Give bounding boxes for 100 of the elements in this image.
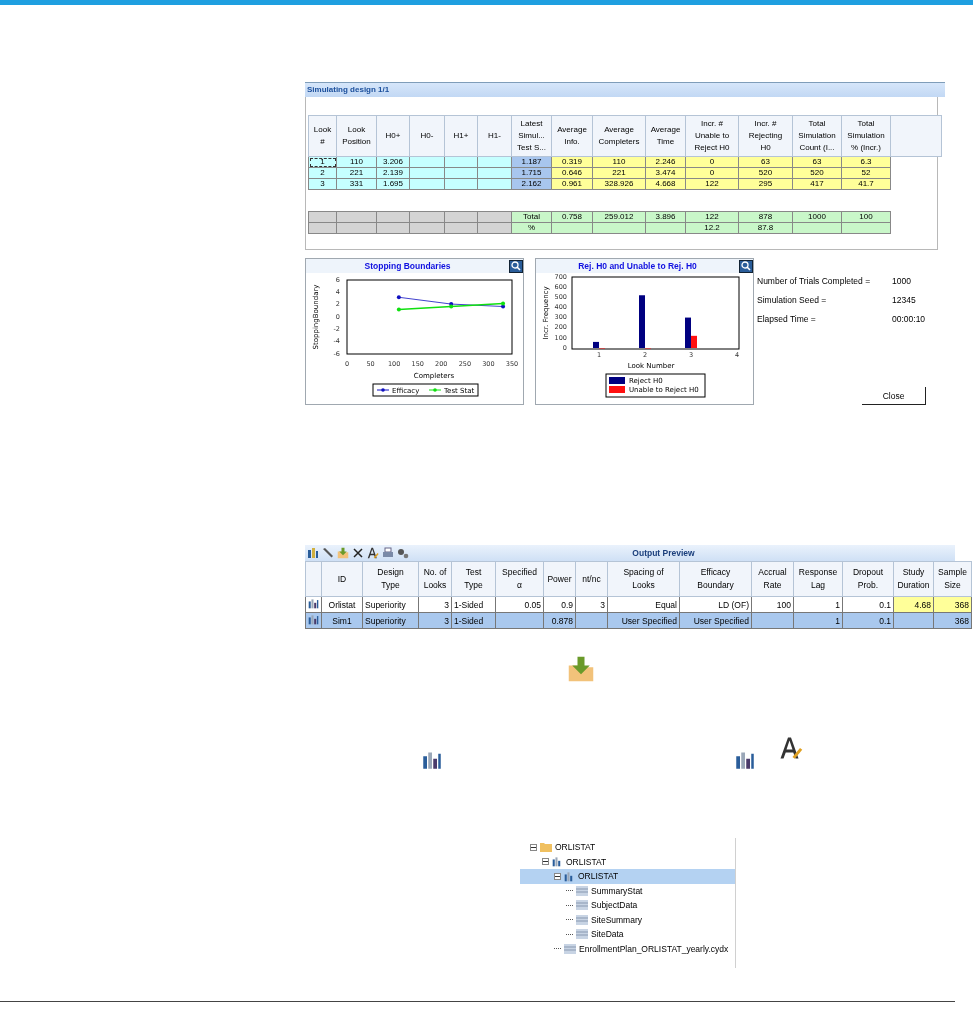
table-icon <box>564 943 576 954</box>
table-cell: 295 <box>738 178 793 190</box>
legend-line-icon <box>428 388 442 392</box>
close-button[interactable]: Close <box>862 387 926 405</box>
table-cell: 110 <box>336 156 377 168</box>
collapse-icon[interactable] <box>554 872 561 880</box>
tree-item[interactable]: ORLISTAT <box>520 854 735 869</box>
column-header: Test Type <box>451 561 496 597</box>
table-cell: 520 <box>738 167 793 179</box>
table-cell: 0 <box>685 156 739 168</box>
search-icon <box>741 261 751 271</box>
chart-title: Rej. H0 and Unable to Rej. H0 <box>577 261 698 271</box>
table-cell: 0.961 <box>551 178 593 190</box>
data-point <box>396 295 401 300</box>
column-header: Efficacy Boundary <box>679 561 752 597</box>
table-cell: 520 <box>792 167 842 179</box>
tree-item[interactable]: ORLISTAT <box>520 840 735 855</box>
column-header: H1- <box>477 115 512 157</box>
table-icon <box>576 914 588 925</box>
column-header: Look # <box>308 115 337 157</box>
folder-download-icon[interactable] <box>567 655 595 683</box>
column-header: Average Time <box>645 115 686 157</box>
column-header: Incr. # Rejecting H0 <box>738 115 793 157</box>
panel-title: Output Preview <box>631 548 696 558</box>
table-cell: 331 <box>336 178 377 190</box>
table-cell: 63 <box>738 156 793 168</box>
table-cell: 0 <box>685 167 739 179</box>
table-cell: 0.758 <box>551 211 593 223</box>
table-cell: 63 <box>792 156 842 168</box>
table-cell: 6.3 <box>841 156 891 168</box>
column-header: Average Info. <box>551 115 593 157</box>
collapse-icon[interactable] <box>530 843 537 851</box>
column-header: ID <box>321 561 363 597</box>
table-cell: 1 <box>308 156 337 168</box>
tree-item[interactable]: EnrollmentPlan_ORLISTAT_yearly.cydx <box>520 941 735 956</box>
stat-value: 12345 <box>892 295 916 307</box>
table-cell: 41.7 <box>841 178 891 190</box>
table-cell: 3 <box>308 178 337 190</box>
collapse-icon[interactable] <box>542 858 549 866</box>
font-edit-icon[interactable] <box>779 736 803 760</box>
zoom-button[interactable] <box>739 259 753 273</box>
stat-value: 1000 <box>892 276 911 288</box>
chart-icon[interactable] <box>307 547 319 559</box>
table-cell: 3.896 <box>645 211 686 223</box>
table-cell: 221 <box>592 167 646 179</box>
table-cell: 122 <box>685 211 739 223</box>
table-cell: 1.187 <box>511 156 552 168</box>
column-header: Design Type <box>362 561 419 597</box>
table-cell: 878 <box>738 211 793 223</box>
tree-item[interactable]: ORLISTAT <box>520 869 735 884</box>
column-header: Incr. # Unable to Reject H0 <box>685 115 739 157</box>
tree-item[interactable]: SiteData <box>520 927 735 942</box>
column-header: Power <box>543 561 576 597</box>
table-icon <box>576 929 588 940</box>
data-point <box>396 307 401 312</box>
table-icon <box>576 900 588 911</box>
column-header: H0+ <box>376 115 410 157</box>
zoom-button[interactable] <box>509 259 523 273</box>
column-header: Accrual Rate <box>751 561 794 597</box>
tree-item[interactable]: SubjectData <box>520 898 735 913</box>
table-cell: 2.246 <box>645 156 686 168</box>
bar-chart-icon[interactable] <box>735 750 755 770</box>
tree-item[interactable]: SiteSummary <box>520 912 735 927</box>
table-cell: 87.8 <box>738 222 793 234</box>
search-icon <box>511 261 521 271</box>
table-cell: 221 <box>336 167 377 179</box>
table-cell: 0.319 <box>551 156 593 168</box>
bar-chart-icon[interactable] <box>308 614 319 625</box>
table-cell: 2 <box>308 167 337 179</box>
column-header: Sample Size <box>933 561 972 597</box>
column-header: Look Position <box>336 115 377 157</box>
bar-chart-icon <box>552 856 563 868</box>
table-cell: 2.139 <box>376 167 410 179</box>
column-header: Total Simulation % (Incr.) <box>841 115 891 157</box>
column-header: Dropout Prob. <box>842 561 894 597</box>
table-cell: 2.162 <box>511 178 552 190</box>
table-cell: 0.646 <box>551 167 593 179</box>
bar-chart-icon[interactable] <box>308 598 319 609</box>
window-title: Simulating design 1/1 <box>305 82 945 97</box>
column-header: Latest Simul... Test S... <box>511 115 552 157</box>
font-edit-icon[interactable] <box>367 547 379 559</box>
column-header: nt/nc <box>575 561 608 597</box>
column-header: No. of Looks <box>418 561 452 597</box>
table-cell: 3.474 <box>645 167 686 179</box>
tree-item[interactable]: SummaryStat <box>520 883 735 898</box>
column-header: Total Simulation Count (I... <box>792 115 842 157</box>
column-header: Average Completers <box>592 115 646 157</box>
legend-swatch-icon <box>609 377 625 384</box>
legend-line-icon <box>376 388 390 392</box>
column-header: H0- <box>409 115 445 157</box>
table-cell: 12.2 <box>685 222 739 234</box>
column-header: Specified α <box>495 561 544 597</box>
legend-swatch-icon <box>609 386 625 393</box>
table-cell: 417 <box>792 178 842 190</box>
stat-label: Number of Trials Completed = <box>757 276 872 288</box>
bar-chart-icon[interactable] <box>422 750 442 770</box>
column-header: Response Lag <box>793 561 843 597</box>
close-icon[interactable] <box>352 547 364 559</box>
table-cell: 52 <box>841 167 891 179</box>
column-header: Study Duration <box>893 561 934 597</box>
